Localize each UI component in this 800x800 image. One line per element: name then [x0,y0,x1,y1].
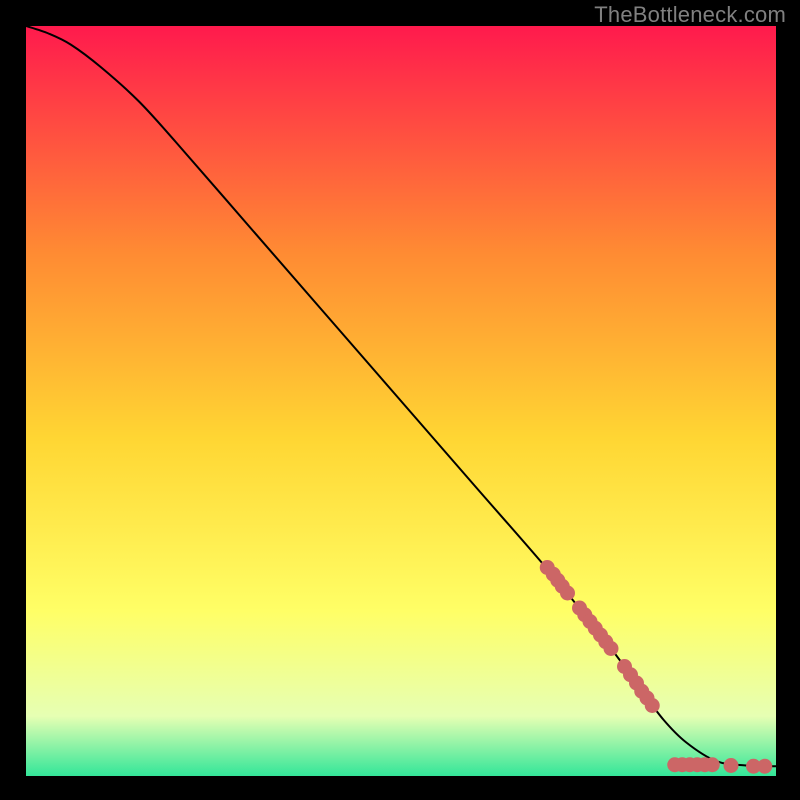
chart-overlay [26,26,776,776]
data-point [705,757,720,772]
plot-area [26,26,776,776]
data-point [757,759,772,774]
data-point [724,758,739,773]
data-point [560,586,575,601]
data-points [540,560,773,774]
data-point [604,641,619,656]
curve-line [26,26,776,766]
data-point [645,698,660,713]
chart-stage: TheBottleneck.com [0,0,800,800]
watermark-label: TheBottleneck.com [594,2,786,28]
